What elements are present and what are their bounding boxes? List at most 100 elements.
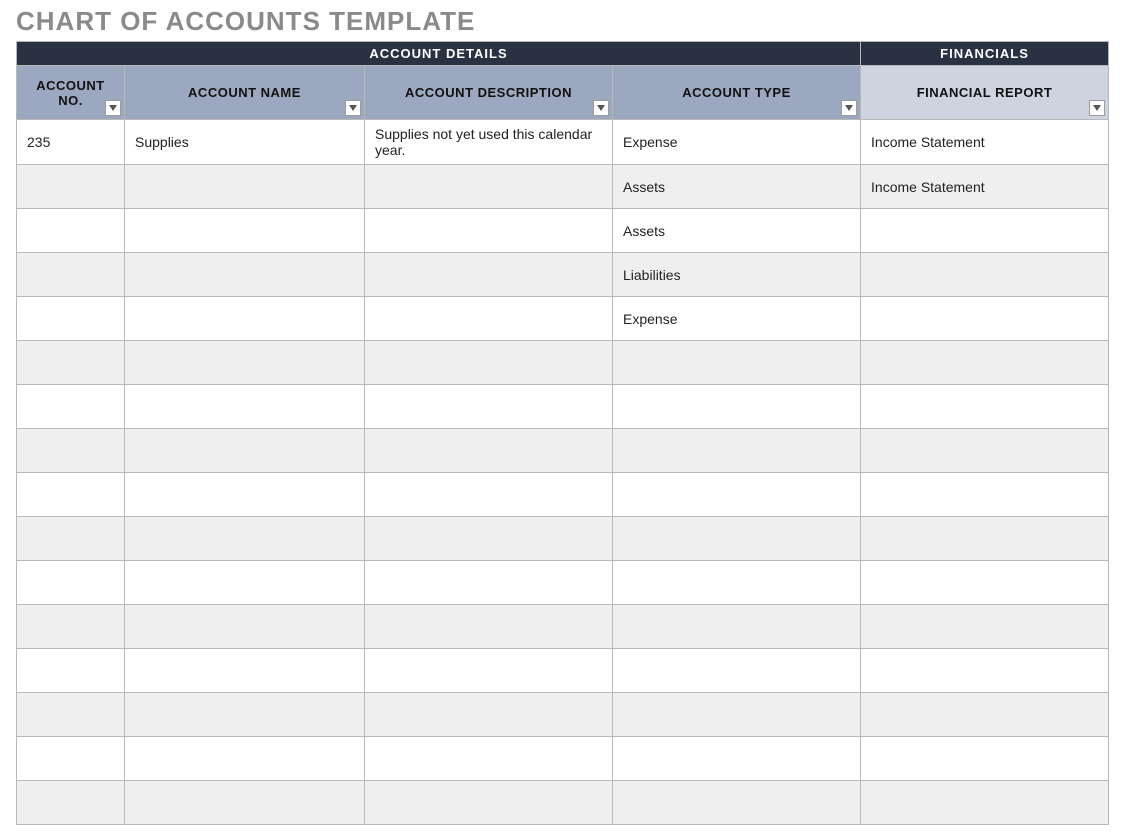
cell-name[interactable] <box>125 473 365 517</box>
cell-name[interactable] <box>125 693 365 737</box>
table-row <box>17 781 1109 825</box>
cell-fin[interactable] <box>861 473 1109 517</box>
cell-desc[interactable] <box>365 781 613 825</box>
column-header-financial-report: FINANCIAL REPORT <box>861 66 1109 120</box>
cell-no[interactable] <box>17 385 125 429</box>
filter-dropdown-icon[interactable] <box>841 100 857 116</box>
accounts-table: ACCOUNT DETAILS FINANCIALS ACCOUNT NO. A… <box>16 41 1109 825</box>
cell-desc[interactable] <box>365 649 613 693</box>
cell-type[interactable]: Expense <box>613 297 861 341</box>
cell-fin[interactable] <box>861 341 1109 385</box>
cell-type[interactable] <box>613 473 861 517</box>
cell-desc[interactable] <box>365 209 613 253</box>
cell-fin[interactable] <box>861 561 1109 605</box>
cell-fin[interactable] <box>861 693 1109 737</box>
cell-no[interactable] <box>17 737 125 781</box>
cell-desc[interactable]: Supplies not yet used this calendar year… <box>365 120 613 165</box>
cell-name[interactable] <box>125 165 365 209</box>
cell-type[interactable] <box>613 561 861 605</box>
cell-name[interactable] <box>125 561 365 605</box>
cell-fin[interactable] <box>861 297 1109 341</box>
filter-dropdown-icon[interactable] <box>593 100 609 116</box>
cell-no[interactable] <box>17 649 125 693</box>
cell-no[interactable] <box>17 693 125 737</box>
column-header-label: ACCOUNT TYPE <box>682 85 791 100</box>
cell-fin[interactable] <box>861 605 1109 649</box>
cell-name[interactable] <box>125 781 365 825</box>
table-row <box>17 737 1109 781</box>
table-row <box>17 473 1109 517</box>
cell-name[interactable] <box>125 385 365 429</box>
cell-type[interactable] <box>613 605 861 649</box>
cell-no[interactable] <box>17 165 125 209</box>
filter-dropdown-icon[interactable] <box>105 100 121 116</box>
cell-type[interactable] <box>613 649 861 693</box>
cell-type[interactable] <box>613 385 861 429</box>
cell-fin[interactable] <box>861 429 1109 473</box>
cell-fin[interactable] <box>861 385 1109 429</box>
cell-no[interactable] <box>17 605 125 649</box>
cell-type[interactable] <box>613 429 861 473</box>
cell-type[interactable] <box>613 781 861 825</box>
cell-no[interactable] <box>17 473 125 517</box>
cell-fin[interactable] <box>861 781 1109 825</box>
cell-no[interactable] <box>17 561 125 605</box>
cell-desc[interactable] <box>365 297 613 341</box>
cell-fin[interactable] <box>861 737 1109 781</box>
cell-fin[interactable]: Income Statement <box>861 120 1109 165</box>
cell-fin[interactable] <box>861 649 1109 693</box>
cell-desc[interactable] <box>365 385 613 429</box>
cell-desc[interactable] <box>365 165 613 209</box>
column-header-label: ACCOUNT DESCRIPTION <box>405 85 572 100</box>
cell-desc[interactable] <box>365 517 613 561</box>
cell-type[interactable] <box>613 693 861 737</box>
table-row <box>17 517 1109 561</box>
cell-no[interactable] <box>17 781 125 825</box>
cell-desc[interactable] <box>365 473 613 517</box>
cell-name[interactable] <box>125 429 365 473</box>
cell-name[interactable] <box>125 253 365 297</box>
cell-desc[interactable] <box>365 737 613 781</box>
cell-name[interactable] <box>125 649 365 693</box>
section-header-financials: FINANCIALS <box>861 42 1109 66</box>
cell-no[interactable] <box>17 297 125 341</box>
cell-no[interactable] <box>17 209 125 253</box>
cell-fin[interactable] <box>861 209 1109 253</box>
cell-no[interactable]: 235 <box>17 120 125 165</box>
table-row <box>17 605 1109 649</box>
filter-dropdown-icon[interactable] <box>345 100 361 116</box>
cell-type[interactable] <box>613 517 861 561</box>
table-row <box>17 561 1109 605</box>
filter-dropdown-icon[interactable] <box>1089 100 1105 116</box>
cell-no[interactable] <box>17 341 125 385</box>
cell-type[interactable] <box>613 341 861 385</box>
cell-type[interactable]: Assets <box>613 209 861 253</box>
cell-type[interactable]: Liabilities <box>613 253 861 297</box>
cell-type[interactable]: Assets <box>613 165 861 209</box>
cell-no[interactable] <box>17 429 125 473</box>
cell-desc[interactable] <box>365 693 613 737</box>
cell-name[interactable] <box>125 209 365 253</box>
page-title: CHART OF ACCOUNTS TEMPLATE <box>16 6 1109 37</box>
cell-fin[interactable] <box>861 517 1109 561</box>
cell-type[interactable]: Expense <box>613 120 861 165</box>
table-row <box>17 429 1109 473</box>
cell-name[interactable] <box>125 297 365 341</box>
cell-desc[interactable] <box>365 429 613 473</box>
cell-desc[interactable] <box>365 605 613 649</box>
cell-type[interactable] <box>613 737 861 781</box>
cell-name[interactable] <box>125 517 365 561</box>
cell-name[interactable]: Supplies <box>125 120 365 165</box>
column-header-account-no: ACCOUNT NO. <box>17 66 125 120</box>
cell-desc[interactable] <box>365 561 613 605</box>
column-header-label: ACCOUNT NAME <box>188 85 301 100</box>
cell-name[interactable] <box>125 341 365 385</box>
cell-fin[interactable]: Income Statement <box>861 165 1109 209</box>
cell-fin[interactable] <box>861 253 1109 297</box>
cell-name[interactable] <box>125 605 365 649</box>
cell-name[interactable] <box>125 737 365 781</box>
cell-desc[interactable] <box>365 253 613 297</box>
cell-no[interactable] <box>17 517 125 561</box>
cell-no[interactable] <box>17 253 125 297</box>
cell-desc[interactable] <box>365 341 613 385</box>
